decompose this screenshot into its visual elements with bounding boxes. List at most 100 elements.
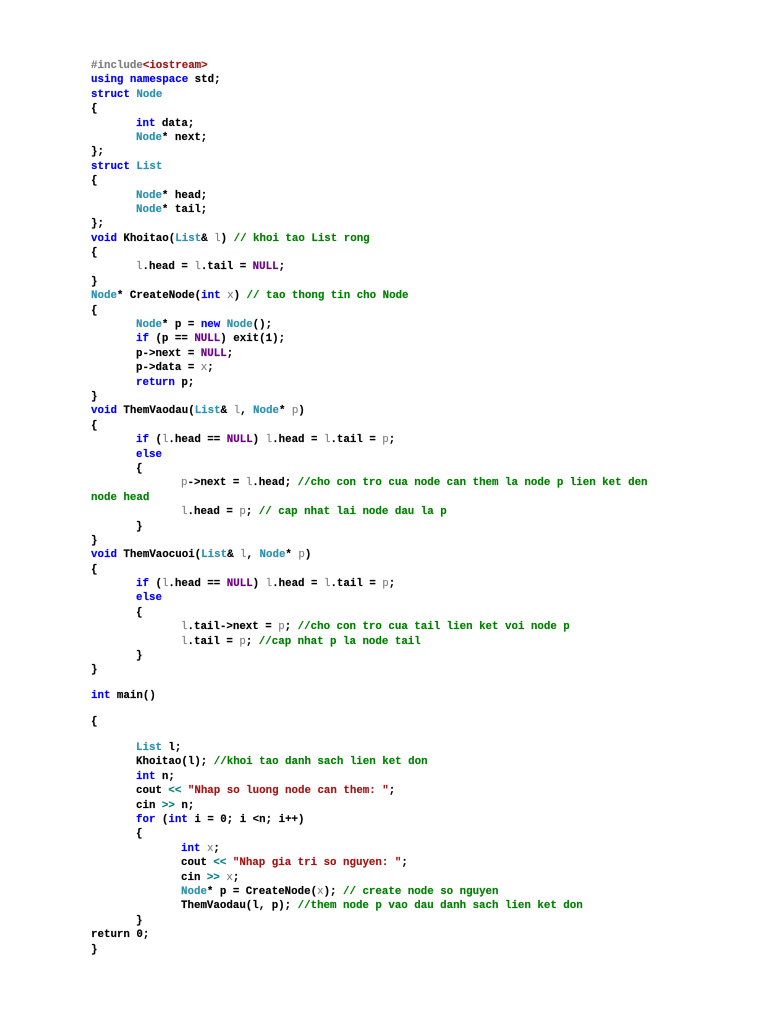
- code-token: data;: [155, 117, 195, 130]
- code-token: * p = CreateNode(: [206, 885, 318, 898]
- code-token: Node: [91, 290, 117, 303]
- code-line: };: [91, 145, 648, 159]
- code-token: void: [91, 232, 117, 245]
- code-token: }: [91, 390, 98, 403]
- code-token: };: [91, 146, 104, 159]
- code-token: Khoitao(l);: [136, 756, 214, 769]
- code-line: void ThemVaocuoi(List& l, Node* p): [91, 548, 648, 562]
- code-line: {: [91, 246, 648, 260]
- code-token: }: [91, 664, 98, 677]
- code-line: void ThemVaodau(List& l, Node* p): [91, 404, 648, 418]
- code-token: .head =: [187, 506, 240, 519]
- code-token: ;: [213, 842, 220, 855]
- code-token: ): [298, 405, 305, 418]
- code-token: (p ==: [148, 333, 195, 346]
- code-line: {: [91, 102, 648, 116]
- code-line: {: [91, 419, 648, 433]
- code-line: {: [91, 827, 648, 841]
- code-token: n;: [155, 770, 175, 783]
- code-token: else: [136, 592, 162, 605]
- code-token: <<: [213, 857, 227, 870]
- code-line: }: [91, 520, 648, 534]
- code-token: i = 0; i <n; i++): [187, 814, 305, 827]
- code-token: ;: [207, 362, 214, 375]
- code-line: int data;: [91, 117, 648, 131]
- code-token: .head ==: [168, 578, 227, 591]
- code-token: Node: [136, 88, 163, 101]
- code-token: .head;: [252, 477, 298, 490]
- code-token: {: [91, 175, 98, 188]
- code-token: List: [201, 549, 228, 562]
- code-token: int: [91, 690, 111, 703]
- code-line: }: [91, 649, 648, 663]
- code-token: NULL: [226, 578, 253, 591]
- code-line: }: [91, 943, 648, 957]
- code-token: List: [136, 160, 163, 173]
- code-token: ,: [240, 405, 254, 418]
- code-token: else: [136, 448, 162, 461]
- code-line: void Khoitao(List& l) // khoi tao List r…: [91, 232, 648, 246]
- code-token: // tao thong tin cho Node: [246, 290, 409, 303]
- code-token: ();: [252, 319, 273, 332]
- code-token: ;: [284, 621, 298, 634]
- code-token: *: [278, 405, 292, 418]
- code-listing: #include<iostream> using namespace std; st…: [91, 59, 648, 957]
- code-token: new: [200, 319, 221, 332]
- code-line: };: [91, 217, 648, 231]
- code-line: node head: [91, 491, 648, 505]
- code-token: return: [136, 376, 175, 389]
- code-token: if: [136, 578, 149, 591]
- code-token: l;: [161, 742, 182, 755]
- code-token: }: [136, 650, 143, 663]
- code-line: cout << "Nhap so luong node can them: ";: [91, 784, 648, 798]
- code-token: (: [155, 814, 169, 827]
- code-line: l.tail = p; //cap nhat p la node tail: [91, 635, 648, 649]
- code-line: int x;: [91, 842, 648, 856]
- code-line: {: [91, 606, 648, 620]
- code-line: using namespace std;: [91, 73, 648, 87]
- code-token: List: [194, 405, 221, 418]
- code-token: Node: [226, 319, 253, 332]
- code-line: }: [91, 275, 648, 289]
- code-token: };: [91, 218, 104, 231]
- code-token: * next;: [161, 131, 208, 144]
- code-token: ,: [246, 549, 260, 562]
- code-line: l.head = l.tail = NULL;: [91, 260, 648, 274]
- code-token: (: [148, 434, 162, 447]
- code-line: List l;: [91, 741, 648, 755]
- code-token: "Nhap gia tri so nguyen: ": [232, 857, 402, 870]
- code-token: //them node p vao dau danh sach lien ket…: [297, 900, 583, 913]
- code-token: void: [91, 405, 117, 418]
- code-token: .tail =: [330, 434, 383, 447]
- code-token: p->next =: [136, 347, 201, 360]
- code-line: return 0;: [91, 928, 648, 942]
- code-line: cin >> n;: [91, 799, 648, 813]
- code-line: Node* p = new Node();: [91, 318, 648, 332]
- code-token: &: [220, 405, 234, 418]
- code-token: using namespace: [91, 74, 189, 87]
- code-token: {: [91, 304, 98, 317]
- code-token: {: [136, 462, 143, 475]
- code-line: else: [91, 448, 648, 462]
- code-token: ;: [232, 871, 240, 884]
- code-line: ThemVaodau(l, p); //them node p vao dau …: [91, 899, 648, 913]
- code-line: }: [91, 663, 648, 677]
- code-token: for: [136, 814, 156, 827]
- code-token: {: [91, 716, 98, 729]
- code-token: * CreateNode(: [116, 290, 202, 303]
